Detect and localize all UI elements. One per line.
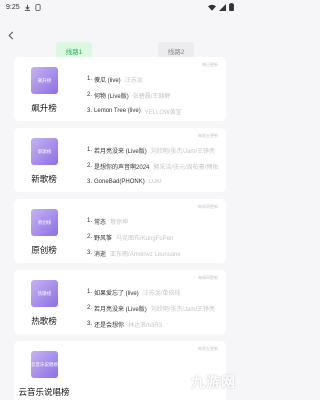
chart-cover: 云音乐说唱榜 [31,351,58,378]
chart-cover: 原创榜 [31,209,58,236]
wifi-icon [208,4,216,11]
track-title: 傻瓜 (live) [94,77,121,84]
status-bar: 9:25 [0,0,240,14]
track-item[interactable]: 3. GoneBad(PHONK) DJKI [87,174,220,190]
track-title: 是想你的声音啊2024 [94,164,150,171]
track-list: 1. 傻瓜 (live) 汪苏泷 2. 何物 (Live版) 张碧晨/王赫野 3… [87,71,220,119]
watermark: 九游网 [191,374,236,390]
track-item[interactable]: 2. 若月亮没来 (Live版) 刘欣明/张杰/Jam/王铮亮 [87,300,220,316]
chart-cover: 新歌榜 [31,138,58,165]
track-number: 1. [87,147,93,153]
chart-cover: 热歌榜 [31,280,58,307]
track-number: 1. [87,76,93,82]
battery-icon [229,3,234,11]
track-title: 若月亮没来 (Live版) [94,306,147,313]
track-list: 1. 若月亮没来 (Live版) 刘欣明/张杰/Jam/王铮亮 2. 是想你的声… [87,142,220,190]
download-icon [24,4,31,11]
cover-text: 热歌榜 [37,290,52,296]
track-item[interactable]: 3. 消逝 亚东雨/Amoinvz Leunsone [87,245,220,261]
track-number: 2. [87,234,93,240]
track-artist: YELLOW黄宣 [144,109,182,116]
track-artist: 马克图布/KungFuPen [116,235,174,242]
chart-cover: 飙升榜 [31,67,58,94]
chart-name: 飙升榜 [31,103,57,113]
chart-name: 云音乐说唱榜 [18,387,70,397]
cover-text: 新歌榜 [37,148,52,154]
top-bar: 线路1 线路2 [0,14,240,60]
track-number: 3. [87,321,93,327]
card-soaring[interactable]: 每日更新 飙升榜 飙升榜 1. 傻瓜 (live) 汪苏泷 2. 何物 (Liv… [14,57,226,121]
track-artist: 张碧晨/王赫野 [132,93,171,100]
track-item[interactable]: 3. Lemon Tree (live) YELLOW黄宣 [87,103,220,119]
track-title: 野风筝 [94,235,113,242]
track-artist: 亚东雨/Amoinvz Leunsone [110,251,181,258]
chart-name: 原创榜 [31,245,57,255]
track-number: 3. [87,250,93,256]
update-note: 每周四更新 [198,204,218,209]
cover-text: 云音乐说唱榜 [31,361,58,367]
update-note: 每周四更新 [198,275,218,280]
track-item[interactable]: 2. 是想你的声音啊2024 郭采洁/张元/周柏豪/傅佑 [87,158,220,174]
track-artist: 郭采洁/张元/周柏豪/傅佑 [153,164,219,171]
track-title: Lemon Tree (live) [94,108,141,114]
update-note: 每日更新 [202,62,218,67]
track-number: 3. [87,108,93,114]
track-title: 常态 [94,219,107,226]
notification-icon [35,3,41,11]
update-note: 每周五更新 [198,346,218,351]
signal-icon [219,3,226,11]
track-item[interactable]: 1. 若月亮没来 (Live版) 刘欣明/张杰/Jam/王铮亮 [87,142,220,158]
track-artist: DJKI [148,179,162,185]
track-list: 1. 如果爱忘了 (live) 汪苏泷/单依纯 2. 若月亮没来 (Live版)… [87,284,220,332]
track-title: GoneBad(PHONK) [94,179,145,185]
track-item[interactable]: 1. 傻瓜 (live) 汪苏泷 [87,71,220,87]
track-artist: 林达浪/h3R3 [128,322,163,329]
track-item[interactable]: 2. 野风筝 马克图布/KungFuPen [87,229,220,245]
track-item[interactable]: 1. 如果爱忘了 (live) 汪苏泷/单依纯 [87,284,220,300]
track-item[interactable]: 2. 何物 (Live版) 张碧晨/王赫野 [87,87,220,103]
track-number: 2. [87,305,93,311]
track-number: 1. [87,218,93,224]
status-time: 9:25 [6,3,20,11]
track-number: 2. [87,92,93,98]
chart-name: 热歌榜 [31,316,57,326]
track-artist: 刘欣明/张杰/Jam/王铮亮 [150,148,216,155]
track-item[interactable]: 1. 常态 蔡徐坤 [87,213,220,229]
track-title: 若月亮没来 (Live版) [94,148,147,155]
track-title: 何物 (Live版) [94,93,129,100]
track-number: 1. [87,289,93,295]
track-title: 还是会想你 [94,322,125,329]
track-artist: 刘欣明/张杰/Jam/王铮亮 [150,306,216,313]
card-hot-songs[interactable]: 每周四更新 热歌榜 热歌榜 1. 如果爱忘了 (live) 汪苏泷/单依纯 2.… [14,270,226,334]
chart-name: 新歌榜 [31,174,57,184]
track-artist: 蔡徐坤 [110,219,129,226]
track-item[interactable]: 3. 还是会想你 林达浪/h3R3 [87,316,220,332]
card-original[interactable]: 每周四更新 原创榜 原创榜 1. 常态 蔡徐坤 2. 野风筝 马克图布/Kung… [14,199,226,263]
cover-text: 飙升榜 [37,77,52,83]
track-artist: 汪苏泷/单依纯 [142,290,181,297]
track-artist: 汪苏泷 [124,77,143,84]
update-note: 每周五更新 [198,133,218,138]
track-title: 消逝 [94,251,107,258]
track-number: 2. [87,163,93,169]
track-number: 3. [87,179,93,185]
track-title: 如果爱忘了 (live) [94,290,139,297]
card-new-songs[interactable]: 每周五更新 新歌榜 新歌榜 1. 若月亮没来 (Live版) 刘欣明/张杰/Ja… [14,128,226,192]
chevron-left-icon [8,27,14,45]
back-button[interactable] [5,30,17,42]
track-list: 1. 常态 蔡徐坤 2. 野风筝 马克图布/KungFuPen 3. 消逝 亚东… [87,213,220,261]
cover-text: 原创榜 [37,219,52,225]
